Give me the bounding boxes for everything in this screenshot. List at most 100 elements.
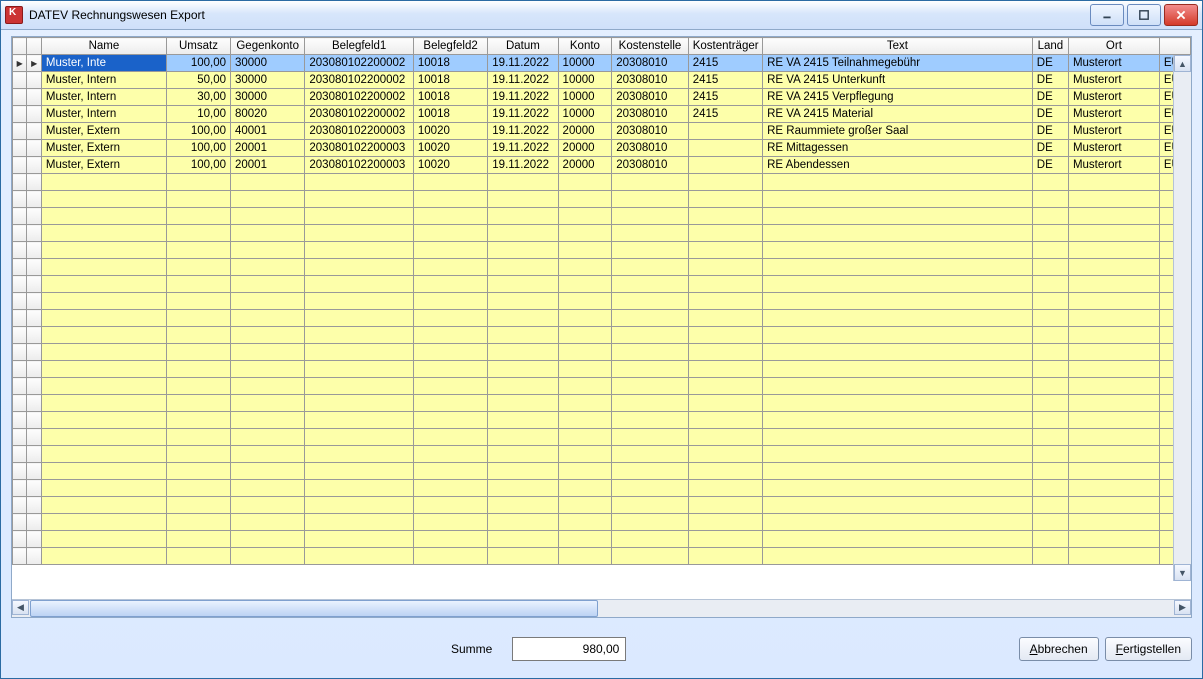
cell-land[interactable]: DE [1032,106,1068,123]
cell-ort[interactable]: Musterort [1068,140,1159,157]
table-row[interactable]: Muster, Extern100,0020001203080102200003… [13,157,1191,174]
cell-land[interactable]: DE [1032,55,1068,72]
table-row-empty[interactable] [13,293,1191,310]
cell-umsatz[interactable]: 100,00 [166,140,230,157]
cell-belegfeld2[interactable]: 10020 [413,123,487,140]
cell-kostenstelle[interactable]: 20308010 [612,106,688,123]
cell-text[interactable]: RE VA 2415 Material [763,106,1033,123]
table-row-empty[interactable] [13,242,1191,259]
cell-name[interactable]: Muster, Intern [41,72,166,89]
cell-konto[interactable]: 10000 [558,55,612,72]
table-row-empty[interactable] [13,276,1191,293]
cell-name[interactable]: Muster, Inte [41,55,166,72]
cell-konto[interactable]: 20000 [558,140,612,157]
cell-kostenstelle[interactable]: 20308010 [612,157,688,174]
column-header[interactable]: Kostenträger [688,38,762,55]
cell-gegenkonto[interactable]: 30000 [231,55,305,72]
cell-kostentraeger[interactable]: 2415 [688,89,762,106]
cell-belegfeld1[interactable]: 203080102200002 [305,106,414,123]
scroll-right-icon[interactable]: ▶ [1174,600,1191,615]
table-row-empty[interactable] [13,361,1191,378]
cell-datum[interactable]: 19.11.2022 [488,89,558,106]
table-row-empty[interactable] [13,480,1191,497]
cell-datum[interactable]: 19.11.2022 [488,140,558,157]
cell-name[interactable]: Muster, Extern [41,123,166,140]
cell-belegfeld1[interactable]: 203080102200003 [305,140,414,157]
cell-land[interactable]: DE [1032,157,1068,174]
minimize-button[interactable] [1090,4,1124,26]
cell-land[interactable]: DE [1032,72,1068,89]
table-row-empty[interactable] [13,463,1191,480]
cell-konto[interactable]: 20000 [558,157,612,174]
cell-ort[interactable]: Musterort [1068,123,1159,140]
scroll-thumb[interactable] [30,600,598,617]
table-row-empty[interactable] [13,174,1191,191]
column-header[interactable]: Name [41,38,166,55]
cell-kostentraeger[interactable]: 2415 [688,106,762,123]
cell-umsatz[interactable]: 100,00 [166,157,230,174]
cell-konto[interactable]: 10000 [558,106,612,123]
data-grid[interactable]: NameUmsatzGegenkontoBelegfeld1Belegfeld2… [12,37,1191,599]
cell-kostentraeger[interactable] [688,157,762,174]
table-row[interactable]: Muster, Intern50,0030000203080102200002 1… [13,72,1191,89]
cell-belegfeld2[interactable]: 10018 [413,89,487,106]
scroll-down-icon[interactable]: ▼ [1174,564,1191,581]
table-row-empty[interactable] [13,225,1191,242]
column-header[interactable]: Land [1032,38,1068,55]
table-row-empty[interactable] [13,497,1191,514]
cell-ort[interactable]: Musterort [1068,157,1159,174]
scroll-left-icon[interactable]: ◀ [12,600,29,615]
cell-gegenkonto[interactable]: 30000 [231,89,305,106]
table-row-empty[interactable] [13,378,1191,395]
cell-belegfeld2[interactable]: 10018 [413,106,487,123]
cell-kostentraeger[interactable]: 2415 [688,55,762,72]
cell-umsatz[interactable]: 100,00 [166,55,230,72]
table-row-empty[interactable] [13,548,1191,565]
column-header[interactable]: Kostenstelle [612,38,688,55]
cell-umsatz[interactable]: 30,00 [166,89,230,106]
cell-name[interactable]: Muster, Extern [41,157,166,174]
table-row[interactable]: Muster, Extern100,0020001203080102200003… [13,140,1191,157]
cell-text[interactable]: RE Abendessen [763,157,1033,174]
cell-datum[interactable]: 19.11.2022 [488,123,558,140]
cell-datum[interactable]: 19.11.2022 [488,157,558,174]
cell-ort[interactable]: Musterort [1068,89,1159,106]
sum-field[interactable] [512,637,626,661]
cell-name[interactable]: Muster, Intern [41,106,166,123]
cell-datum[interactable]: 19.11.2022 [488,72,558,89]
cell-belegfeld2[interactable]: 10020 [413,157,487,174]
cell-konto[interactable]: 10000 [558,72,612,89]
cell-gegenkonto[interactable]: 30000 [231,72,305,89]
cancel-button[interactable]: Abbrechen [1019,637,1099,661]
cell-kostenstelle[interactable]: 20308010 [612,55,688,72]
table-row-empty[interactable] [13,208,1191,225]
cell-konto[interactable]: 10000 [558,89,612,106]
cell-belegfeld2[interactable]: 10020 [413,140,487,157]
horizontal-scrollbar[interactable]: ◀ ▶ [12,599,1191,617]
cell-ort[interactable]: Musterort [1068,106,1159,123]
cell-gegenkonto[interactable]: 80020 [231,106,305,123]
cell-kostentraeger[interactable] [688,123,762,140]
cell-kostentraeger[interactable] [688,140,762,157]
cell-belegfeld1[interactable]: 203080102200003 [305,157,414,174]
cell-gegenkonto[interactable]: 20001 [231,140,305,157]
cell-text[interactable]: RE VA 2415 Verpflegung [763,89,1033,106]
titlebar[interactable]: DATEV Rechnungswesen Export [1,1,1202,30]
cell-belegfeld1[interactable]: 203080102200002 [305,89,414,106]
table-row-empty[interactable] [13,395,1191,412]
cell-text[interactable]: RE Raummiete großer Saal [763,123,1033,140]
cell-belegfeld1[interactable]: 203080102200002 [305,72,414,89]
maximize-button[interactable] [1127,4,1161,26]
vertical-scrollbar[interactable]: ▲ ▼ [1173,55,1191,581]
cell-name[interactable]: Muster, Extern [41,140,166,157]
cell-umsatz[interactable]: 10,00 [166,106,230,123]
cell-land[interactable]: DE [1032,89,1068,106]
column-header[interactable] [1159,38,1190,55]
cell-text[interactable]: RE Mittagessen [763,140,1033,157]
column-header[interactable]: Gegenkonto [231,38,305,55]
cell-text[interactable]: RE VA 2415 Unterkunft [763,72,1033,89]
column-header[interactable]: Datum [488,38,558,55]
cell-kostentraeger[interactable]: 2415 [688,72,762,89]
cell-datum[interactable]: 19.11.2022 [488,55,558,72]
cell-umsatz[interactable]: 50,00 [166,72,230,89]
